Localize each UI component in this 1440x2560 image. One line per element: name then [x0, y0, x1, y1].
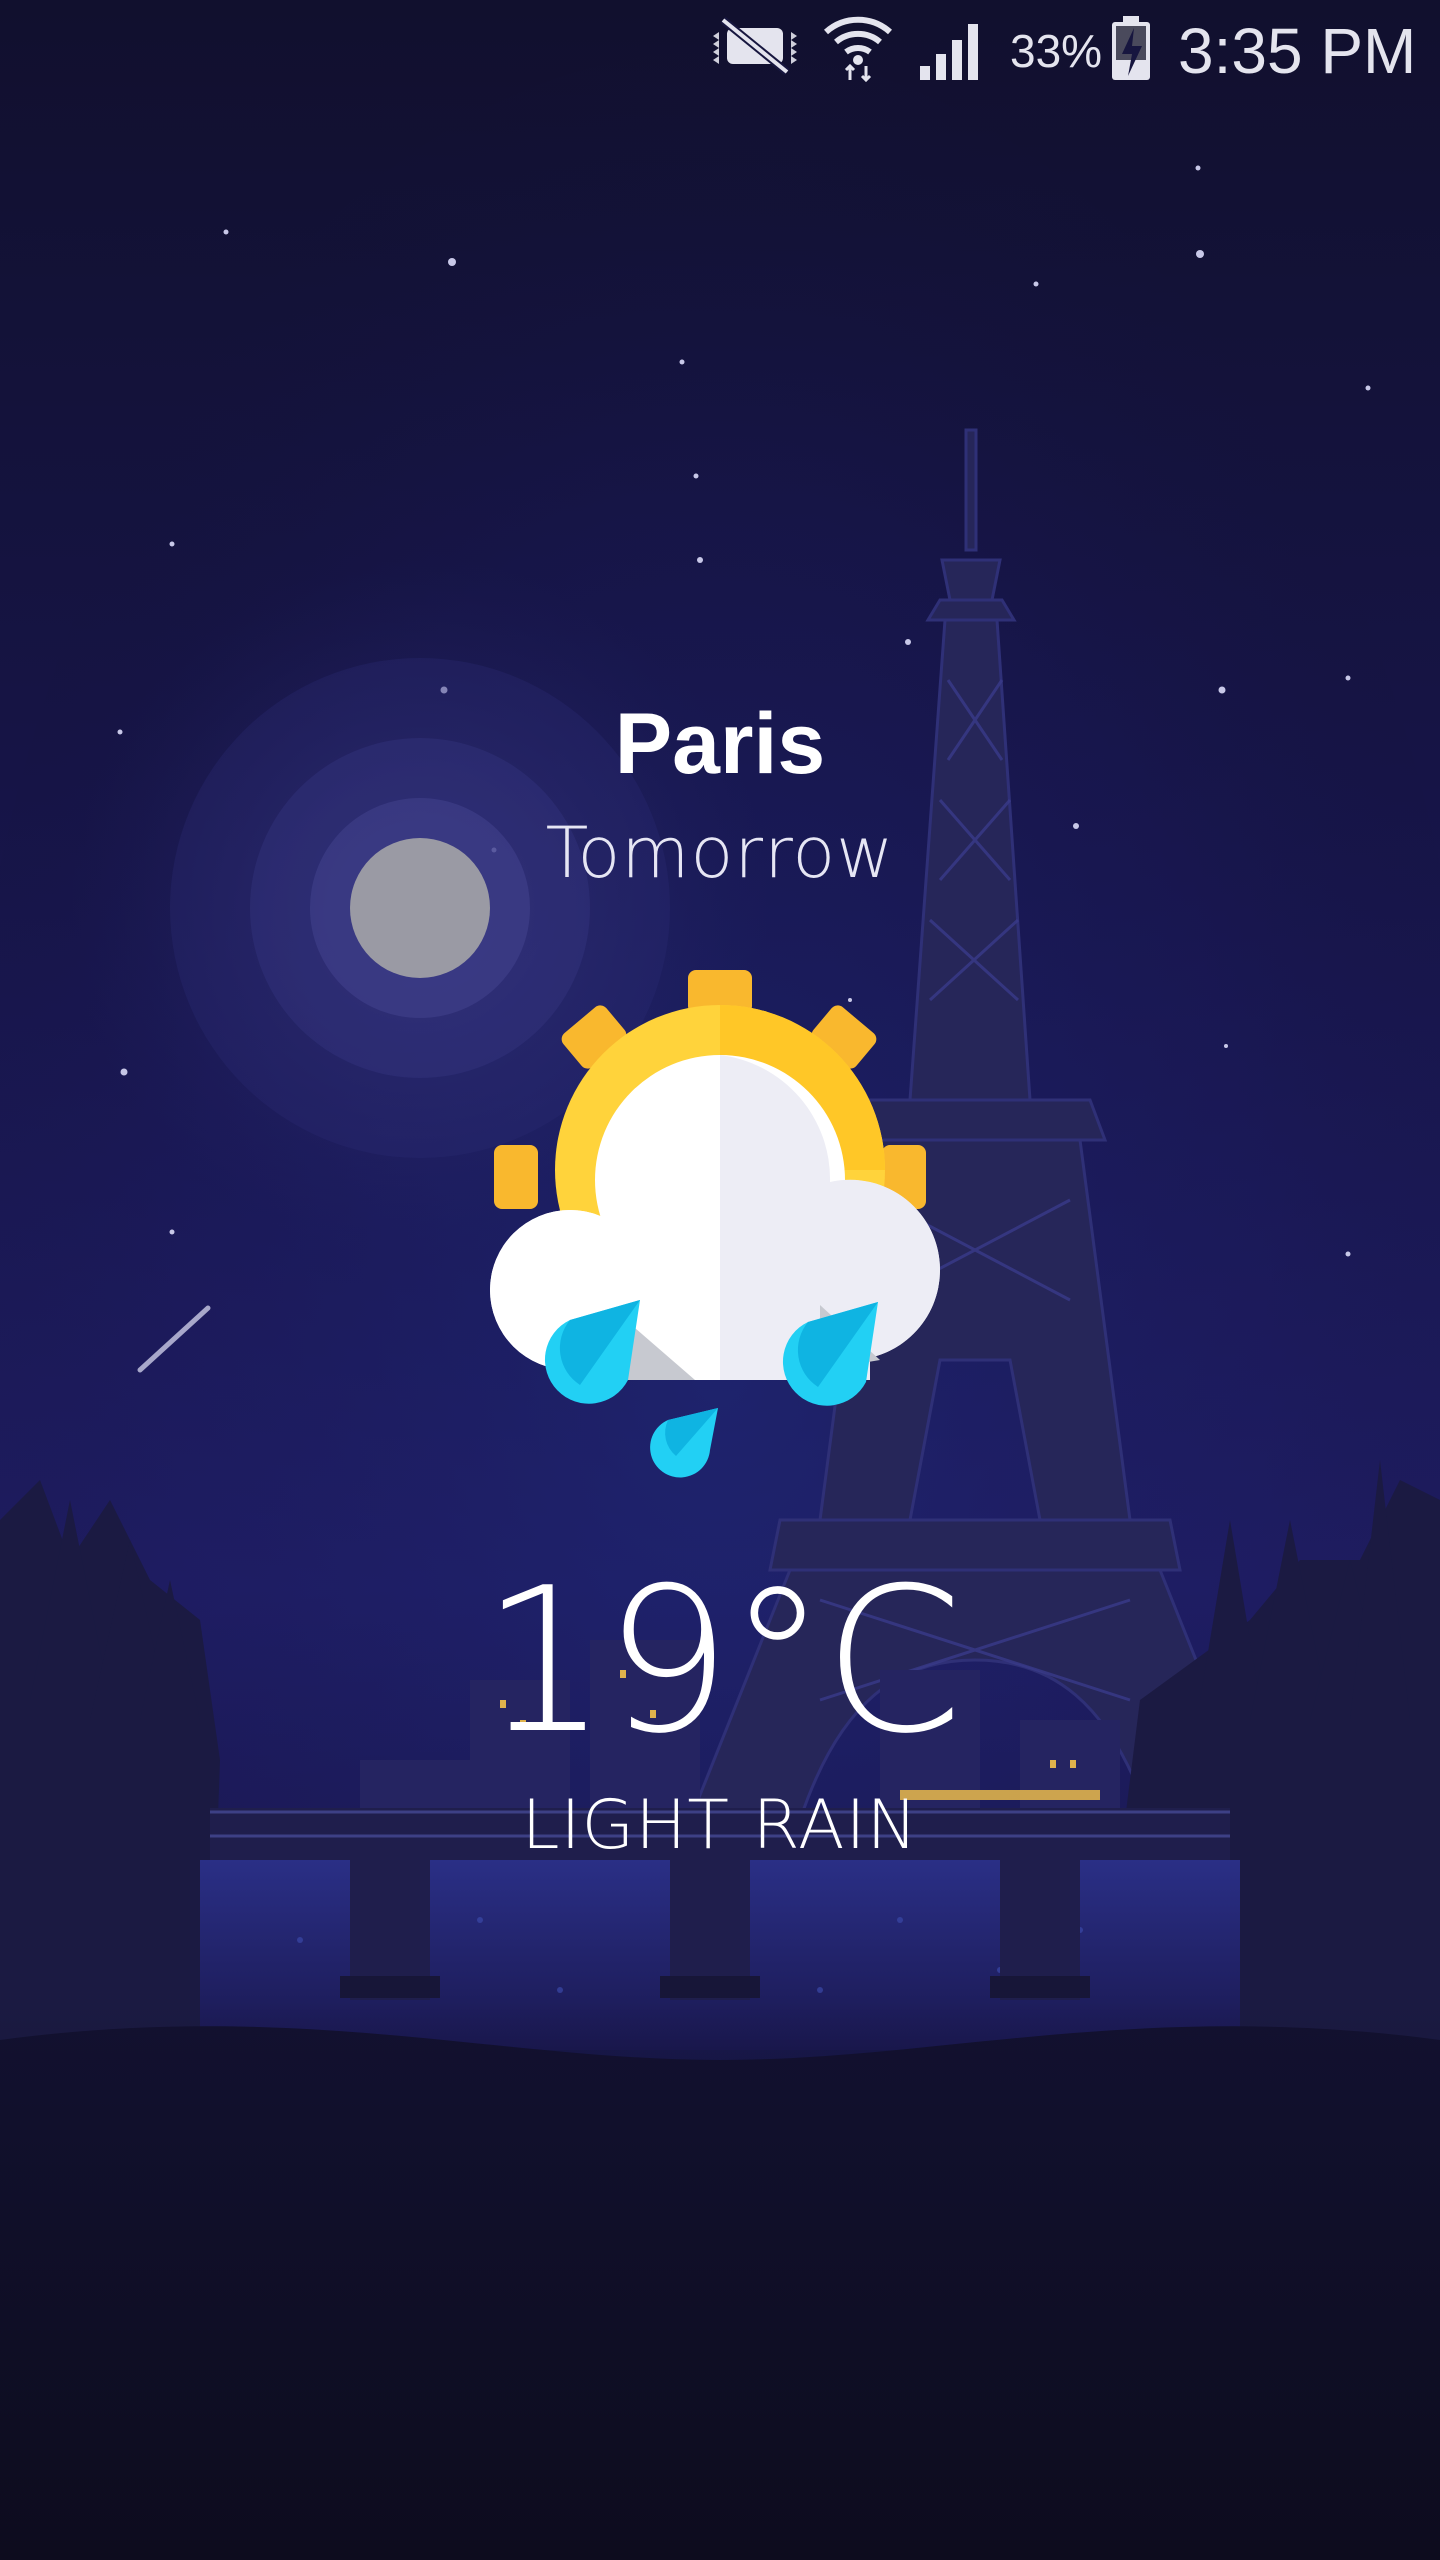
sun-cloud-rain-icon	[490, 970, 941, 1478]
wifi-icon	[824, 16, 892, 82]
weather-condition: LIGHT RAIN	[521, 1786, 919, 1865]
mute-icon	[713, 16, 797, 76]
temperature: 19°C	[480, 1545, 963, 1778]
status-bar: 33% 3:35 PM	[0, 0, 1440, 100]
city-name: Paris	[614, 696, 826, 792]
forecast-day: Tomorrow	[545, 812, 895, 894]
clock: 3:35 PM	[1178, 15, 1417, 87]
battery-percent: 33%	[1010, 25, 1103, 77]
battery-charging-icon	[1112, 16, 1150, 80]
signal-icon	[920, 24, 978, 80]
